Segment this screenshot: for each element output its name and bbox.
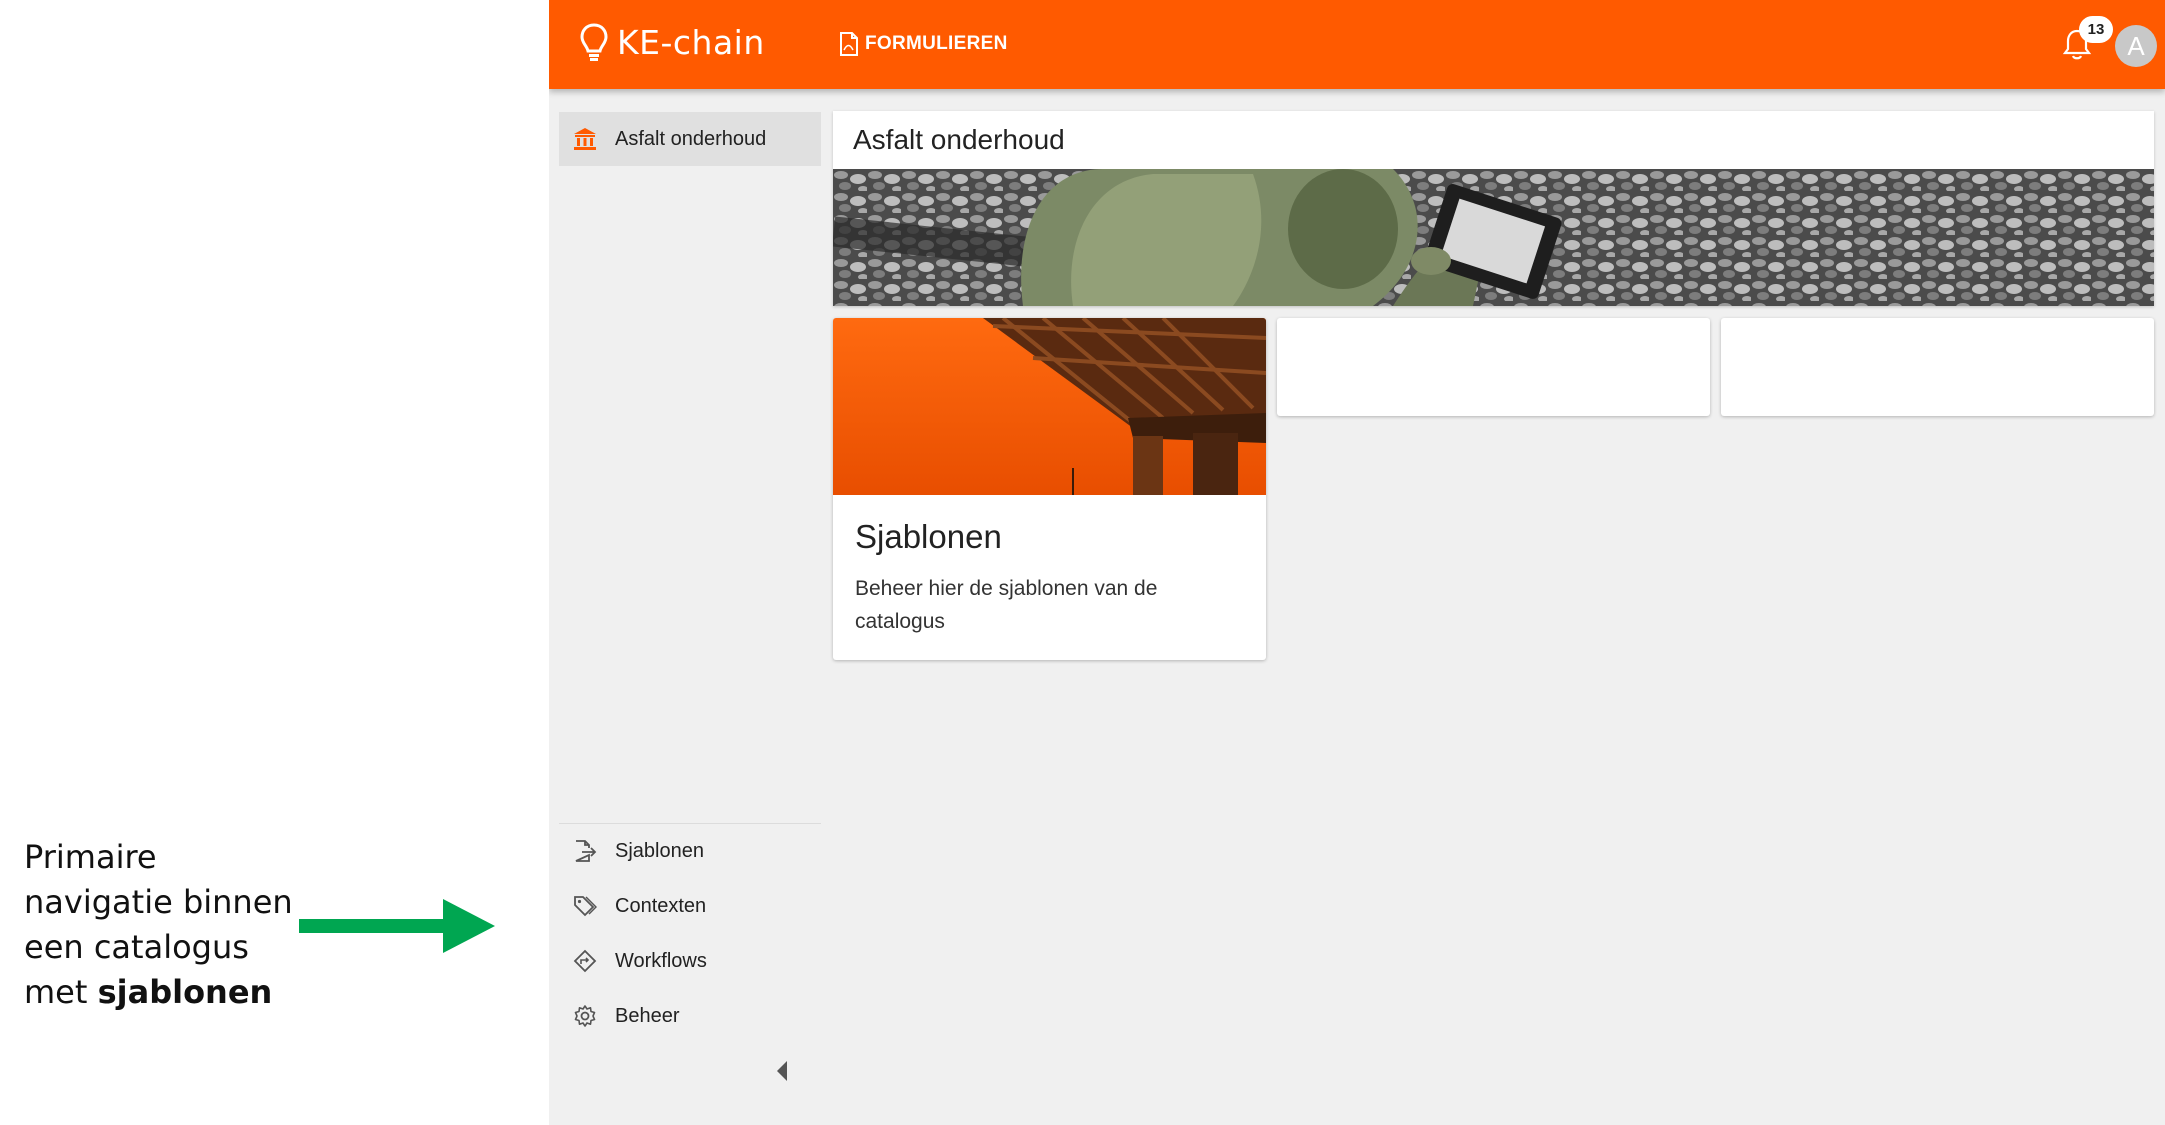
file-export-icon bbox=[575, 840, 597, 862]
app-window: KE-chain FORMULIEREN 13 A Asfalt onderho… bbox=[549, 0, 2165, 1125]
card-title: Sjablonen bbox=[855, 518, 1002, 555]
card-description: Beheer hier de sjablonen van de catalogu… bbox=[855, 577, 1158, 633]
page-title: Asfalt onderhoud bbox=[853, 124, 1065, 155]
caret-left-icon[interactable] bbox=[775, 1059, 789, 1083]
sidebar-item-label: Asfalt onderhoud bbox=[615, 127, 767, 150]
avatar[interactable]: A bbox=[2115, 25, 2157, 67]
sidebar-item-label: Contexten bbox=[615, 894, 707, 917]
annotation-line-4-prefix: met bbox=[24, 973, 98, 1011]
annotation-line-4-bold: sjablonen bbox=[97, 973, 273, 1011]
pdf-file-icon bbox=[840, 32, 858, 56]
card-image-bridge bbox=[833, 318, 1266, 495]
nav-formulieren[interactable]: FORMULIEREN bbox=[839, 32, 1008, 56]
brand-name: KE-chain bbox=[617, 22, 765, 62]
catalog-header-card: Asfalt onderhoud bbox=[833, 111, 2154, 306]
card-empty bbox=[1277, 318, 1710, 416]
annotation-line-1: Primaire bbox=[24, 838, 157, 876]
card-sjablonen[interactable]: Sjablonen Beheer hier de sjablonen van d… bbox=[833, 318, 1266, 660]
nav-formulieren-label: FORMULIEREN bbox=[865, 33, 1008, 54]
sidebar-item-label: Sjablonen bbox=[615, 839, 704, 862]
tags-icon bbox=[574, 896, 597, 917]
sidebar-item-label: Workflows bbox=[615, 949, 707, 972]
sidebar-item-workflows[interactable]: Workflows bbox=[559, 936, 821, 986]
top-app-bar: KE-chain FORMULIEREN 13 A bbox=[549, 0, 2165, 89]
sidebar-item-contexten[interactable]: Contexten bbox=[559, 881, 821, 931]
annotation-line-3: een catalogus bbox=[24, 928, 249, 966]
annotation-line-2: navigatie binnen bbox=[24, 883, 293, 921]
annotation-line-4: met sjablonen bbox=[24, 970, 293, 1015]
annotation-text: Primaire navigatie binnen een catalogus … bbox=[24, 835, 293, 1015]
sidebar-item-asfalt-onderhoud[interactable]: Asfalt onderhoud bbox=[559, 112, 821, 166]
lightbulb-icon bbox=[580, 23, 608, 61]
gear-icon bbox=[574, 1005, 596, 1027]
sidebar-item-beheer[interactable]: Beheer bbox=[559, 991, 821, 1041]
sidebar-item-label: Beheer bbox=[615, 1004, 680, 1027]
sidebar-divider bbox=[559, 823, 821, 824]
bank-icon bbox=[574, 128, 596, 150]
banner-image bbox=[833, 169, 2154, 306]
notification-count-badge: 13 bbox=[2079, 16, 2113, 43]
sidebar: Asfalt onderhoud Sjablonen Contexten Wor… bbox=[549, 89, 823, 1125]
workflow-diamond-icon bbox=[573, 949, 597, 973]
brand-logo[interactable]: KE-chain bbox=[579, 22, 765, 62]
sidebar-item-sjablonen[interactable]: Sjablonen bbox=[559, 826, 821, 876]
green-arrow-icon bbox=[299, 899, 495, 953]
card-empty bbox=[1721, 318, 2154, 416]
